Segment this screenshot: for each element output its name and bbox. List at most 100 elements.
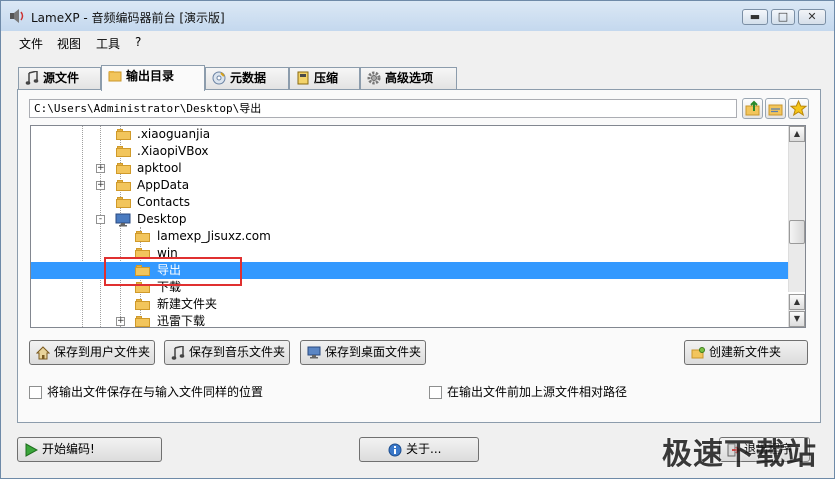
folder-icon — [116, 146, 131, 157]
tree-item-desktop[interactable]: - Desktop — [31, 211, 791, 228]
folder-icon — [135, 299, 150, 310]
tab-label: 元数据 — [230, 71, 267, 85]
minimize-button[interactable]: ▬ — [742, 9, 768, 25]
tree-item[interactable]: .XiaopiVBox — [31, 143, 791, 160]
menu-bar: 文件 视图 工具 ? — [1, 31, 834, 53]
explore-folder-button[interactable] — [765, 98, 786, 119]
menu-view[interactable]: 视图 — [57, 35, 81, 52]
collapse-icon[interactable]: - — [96, 215, 105, 224]
tab-label: 高级选项 — [385, 71, 434, 85]
button-label: 创建新文件夹 — [709, 345, 782, 359]
checkbox-label: 在输出文件前加上源文件相对路径 — [447, 385, 628, 399]
folder-icon — [108, 71, 122, 82]
folder-icon — [116, 197, 131, 208]
disc-icon — [212, 71, 226, 85]
window-title: LameXP - 音频编码器前台 [演示版] — [31, 11, 225, 25]
scroll-up-icon[interactable]: ▲ — [789, 294, 805, 310]
button-label: 保存到音乐文件夹 — [189, 345, 286, 359]
tree-item[interactable]: + AppData — [31, 177, 791, 194]
tree-item-label: Contacts — [137, 195, 190, 209]
tab-advanced-options[interactable]: 高级选项 — [360, 67, 457, 89]
title-bar: LameXP - 音频编码器前台 [演示版] ▬ □ ✕ — [1, 1, 834, 31]
maximize-button[interactable]: □ — [771, 9, 795, 25]
desktop-icon — [115, 213, 131, 227]
expand-icon[interactable]: + — [96, 181, 105, 190]
play-icon — [25, 443, 38, 457]
tree-item-label: Desktop — [137, 212, 187, 226]
music-note-icon — [25, 71, 39, 85]
tree-item[interactable]: + apktool — [31, 160, 791, 177]
tree-item-label: 迅雷下载 — [157, 314, 206, 328]
tree-scrollbar-upper[interactable]: ▲ — [788, 126, 805, 292]
speaker-icon — [10, 9, 24, 23]
folder-icon — [135, 316, 150, 327]
info-icon — [388, 443, 402, 457]
checkbox-box[interactable] — [429, 386, 442, 399]
tree-scrollbar-lower[interactable]: ▲ ▼ — [788, 294, 805, 327]
monitor-icon — [307, 346, 321, 359]
annotation-highlight — [104, 257, 242, 286]
folder-up-icon — [745, 100, 760, 116]
button-label: 保存到桌面文件夹 — [325, 345, 422, 359]
app-window: LameXP - 音频编码器前台 [演示版] ▬ □ ✕ 文件 视图 工具 ? … — [0, 0, 835, 479]
save-to-desktop-folder-button[interactable]: 保存到桌面文件夹 — [300, 340, 426, 365]
folder-icon — [135, 231, 150, 242]
folder-icon — [116, 163, 131, 174]
tree-item[interactable]: + 迅雷下载 — [31, 313, 791, 328]
scroll-down-icon[interactable]: ▼ — [789, 311, 805, 327]
star-icon — [789, 99, 808, 117]
tab-source-files[interactable]: 源文件 — [18, 67, 101, 89]
watermark-text: 极速下载站 — [662, 437, 817, 472]
parent-folder-button[interactable] — [742, 98, 763, 119]
tree-item-label: apktool — [137, 161, 182, 175]
button-label: 关于... — [406, 442, 442, 456]
tree-item[interactable]: .xiaoguanjia — [31, 126, 791, 143]
tab-metadata[interactable]: 元数据 — [205, 67, 289, 89]
tree-item[interactable]: Contacts — [31, 194, 791, 211]
tab-label: 输出目录 — [126, 69, 175, 83]
home-icon — [36, 346, 50, 360]
save-to-user-folder-button[interactable]: 保存到用户文件夹 — [29, 340, 155, 365]
tree-item-label: lamexp_Jisuxz.com — [157, 229, 271, 243]
menu-file[interactable]: 文件 — [19, 35, 43, 52]
tab-output-directory[interactable]: 输出目录 — [101, 65, 205, 91]
new-folder-icon — [691, 347, 705, 359]
close-icon: ✕ — [807, 10, 817, 23]
folder-icon — [116, 129, 131, 140]
output-path-field[interactable]: C:\Users\Administrator\Desktop\导出 — [29, 99, 737, 118]
favorites-button[interactable] — [788, 98, 809, 119]
relative-path-checkbox[interactable]: 在输出文件前加上源文件相对路径 — [429, 384, 627, 400]
close-button[interactable]: ✕ — [798, 9, 826, 25]
scroll-thumb[interactable] — [789, 220, 805, 244]
gear-icon — [367, 71, 381, 85]
tree-item[interactable]: 新建文件夹 — [31, 296, 791, 313]
button-label: 开始编码! — [42, 442, 95, 456]
expand-icon[interactable]: + — [116, 317, 125, 326]
tab-label: 压缩 — [314, 71, 339, 85]
create-new-folder-button[interactable]: 创建新文件夹 — [684, 340, 808, 365]
same-location-checkbox[interactable]: 将输出文件保存在与输入文件同样的位置 — [29, 384, 263, 400]
music-note-icon — [171, 346, 185, 360]
checkbox-box[interactable] — [29, 386, 42, 399]
book-icon — [297, 71, 309, 85]
folder-open-icon — [768, 104, 783, 116]
tree-item-label: .xiaoguanjia — [137, 127, 211, 141]
tree-item-label: .XiaopiVBox — [137, 144, 209, 158]
folder-icon — [116, 180, 131, 191]
tab-compression[interactable]: 压缩 — [289, 67, 360, 89]
expand-icon[interactable]: + — [96, 164, 105, 173]
tree-item-label: AppData — [137, 178, 190, 192]
tree-item[interactable]: lamexp_Jisuxz.com — [31, 228, 791, 245]
tree-item-label: 新建文件夹 — [157, 297, 218, 311]
folder-tree[interactable]: .xiaoguanjia .XiaopiVBox + apktool + App… — [30, 125, 806, 328]
menu-help[interactable]: ? — [135, 35, 141, 49]
maximize-icon: □ — [777, 10, 789, 23]
about-button[interactable]: 关于... — [359, 437, 479, 462]
save-to-music-folder-button[interactable]: 保存到音乐文件夹 — [164, 340, 290, 365]
scroll-up-icon[interactable]: ▲ — [789, 126, 805, 142]
button-label: 保存到用户文件夹 — [54, 345, 151, 359]
start-encoding-button[interactable]: 开始编码! — [17, 437, 162, 462]
menu-tools[interactable]: 工具 — [96, 35, 120, 52]
minimize-icon: ▬ — [749, 10, 761, 23]
tab-label: 源文件 — [43, 71, 80, 85]
